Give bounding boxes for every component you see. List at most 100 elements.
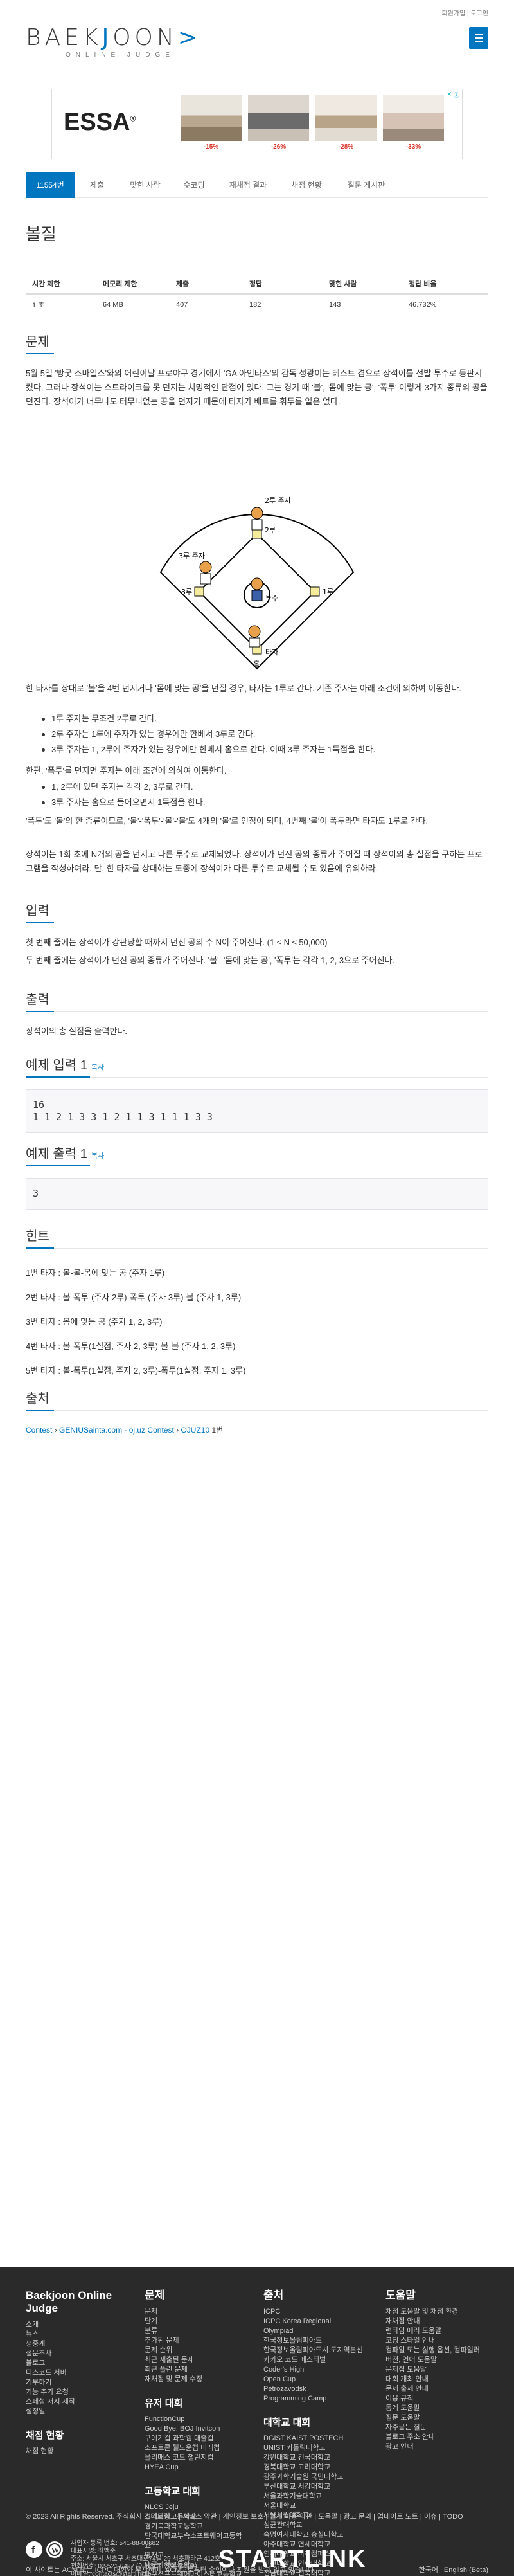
footer-link[interactable]: 기부하기: [26, 2378, 116, 2388]
footer-link[interactable]: FunctionCup: [145, 2415, 247, 2424]
footer-link[interactable]: 문제 출제 안내: [386, 2384, 488, 2394]
language-switcher[interactable]: 한국어 | English (Beta): [419, 2564, 488, 2575]
footer-link[interactable]: 채점 도움말 및 채점 환경: [386, 2307, 488, 2317]
source-link-contest[interactable]: Contest: [26, 1426, 52, 1435]
footer-link[interactable]: 문제집 도움말: [386, 2365, 488, 2375]
table-header: 메모리 제한: [96, 273, 170, 295]
wordpress-icon[interactable]: W: [46, 2541, 63, 2558]
footer-link[interactable]: 한국정보올림피아드: [263, 2336, 366, 2346]
footer-link[interactable]: 채점 현황: [26, 2447, 116, 2456]
footer-link[interactable]: 경북대학교 고려대학교: [263, 2463, 366, 2472]
footer-link[interactable]: 컴파일 또는 실행 옵션, 컴파일러 버전, 언어 도움말: [386, 2346, 488, 2365]
copy-sample-output-button[interactable]: 복사: [91, 1152, 104, 1160]
footer-policy-link[interactable]: 업데이트 노트: [377, 2513, 418, 2521]
tab-problem[interactable]: 11554번: [26, 172, 75, 198]
label-first-base: 1루: [323, 588, 333, 596]
footer-link[interactable]: 소프트콘 웰노운컵 미래컵: [145, 2444, 247, 2453]
footer-link[interactable]: 질문 도움말: [386, 2413, 488, 2423]
footer-link[interactable]: 서울과학기술대학교: [263, 2492, 366, 2501]
footer-link[interactable]: 대회 개최 안내: [386, 2375, 488, 2384]
baseball-field-diagram: 2루 주자 2루 3루 주자 3루 투수 1루 타자 홈: [159, 496, 355, 670]
footer-link[interactable]: 문제: [145, 2307, 247, 2317]
site-logo[interactable]: BAEKJOON> ONLINE JUDGE: [26, 26, 201, 59]
footer-link[interactable]: ICPC: [263, 2307, 366, 2317]
footer-policy-link[interactable]: TODO: [443, 2513, 463, 2521]
footer-link[interactable]: 문제 순위: [145, 2346, 247, 2355]
footer-link[interactable]: Programming Camp: [263, 2394, 366, 2404]
footer-link[interactable]: Good Bye, BOJ Invitcon: [145, 2424, 247, 2434]
footer-link[interactable]: 이용 규칙: [386, 2394, 488, 2404]
footer-link[interactable]: 통계 도움말: [386, 2404, 488, 2413]
ad-product-tile[interactable]: -28%: [315, 95, 377, 154]
footer-link[interactable]: 자주묻는 질문: [386, 2423, 488, 2433]
footer-link[interactable]: 카카오 코드 페스티벌: [263, 2355, 366, 2365]
footer-link[interactable]: 강원대학교 건국대학교: [263, 2453, 366, 2463]
footer-link[interactable]: 런타임 에러 도움말: [386, 2327, 488, 2336]
footer-link[interactable]: 올리매스 코드 챌린지컵: [145, 2453, 247, 2463]
footer-link[interactable]: 설문조사: [26, 2349, 116, 2359]
source-link-round[interactable]: OJUZ10: [181, 1426, 209, 1435]
tab-rejudge[interactable]: 재채점 결과: [217, 172, 279, 198]
divider: [26, 1247, 488, 1249]
ad-product-tile[interactable]: -33%: [383, 95, 444, 154]
footer-link[interactable]: 재채점 안내: [386, 2317, 488, 2327]
problem-info-table: 시간 제한 메모리 제한 제출 정답 맞힌 사람 정답 비율 1 초 64 MB…: [26, 273, 488, 315]
footer-policy-link[interactable]: 개인정보 보호: [223, 2513, 264, 2521]
footer-policy-link[interactable]: 결제 이용 약관: [269, 2513, 312, 2521]
footer-link[interactable]: 코딩 스타일 안내: [386, 2336, 488, 2346]
footer-policy-link[interactable]: 도움말: [318, 2513, 337, 2521]
footer-link[interactable]: 분류: [145, 2327, 247, 2336]
footer-link[interactable]: DGIST KAIST POSTECH UNIST 카톨릭대학교: [263, 2434, 366, 2453]
ad-banner[interactable]: ESSA® -15% -26% -28% -33% ✕ ⓘ: [51, 89, 463, 159]
footer-policy-link[interactable]: 이슈: [424, 2513, 437, 2521]
footer-link[interactable]: 추가된 문제: [145, 2336, 247, 2346]
footer-link[interactable]: 숙명여자대학교 숭실대학교: [263, 2530, 366, 2540]
footer-link[interactable]: 블로그: [26, 2359, 116, 2368]
footer-link[interactable]: HYEA Cup: [145, 2463, 247, 2472]
footer-link[interactable]: 최근 제출된 문제: [145, 2355, 247, 2365]
copy-sample-input-button[interactable]: 복사: [91, 1064, 104, 1071]
footer-link[interactable]: 경기북과학고등학교: [145, 2522, 247, 2532]
login-link[interactable]: 로그인: [470, 10, 488, 17]
footer-link[interactable]: 기능 추가 요청: [26, 2388, 116, 2397]
tab-short-coding[interactable]: 숏코딩: [171, 172, 217, 198]
footer-link[interactable]: ICPC Korea Regional: [263, 2317, 366, 2327]
ad-product-tile[interactable]: -26%: [248, 95, 309, 154]
footer-link[interactable]: Coder's High: [263, 2365, 366, 2375]
ad-close-icon[interactable]: ✕: [447, 91, 452, 98]
footer-link[interactable]: 블로그 주소 안내: [386, 2433, 488, 2442]
footer-link[interactable]: 디스코드 서버: [26, 2368, 116, 2378]
footer-link[interactable]: 스페셜 저지 제작: [26, 2397, 116, 2407]
footer-link[interactable]: 최근 풀린 문제: [145, 2365, 247, 2375]
footer-link[interactable]: 소개: [26, 2320, 116, 2330]
footer-link[interactable]: Olympiad: [263, 2327, 366, 2336]
footer-link[interactable]: 재채점 및 문제 수정: [145, 2375, 247, 2384]
footer-link[interactable]: Petrozavodsk: [263, 2384, 366, 2394]
section-heading-description: 문제: [26, 335, 49, 349]
tab-solved-users[interactable]: 맞힌 사람: [120, 172, 171, 198]
ad-product-tile[interactable]: -15%: [181, 95, 242, 154]
footer-policy-link[interactable]: 광고 문의: [344, 2513, 372, 2521]
tab-submit[interactable]: 제출: [75, 172, 120, 198]
footer-link[interactable]: 부산대학교 서강대학교: [263, 2482, 366, 2492]
description-paragraph: 한 타자를 상대로 '볼'을 4번 던지거나 '몸에 맞는 공'을 던질 경우,…: [26, 684, 461, 693]
footer-link[interactable]: 광주과학기술원 국민대학교: [263, 2472, 366, 2482]
ad-info-icon[interactable]: ⓘ: [454, 91, 459, 99]
footer-link[interactable]: Open Cup: [263, 2375, 366, 2384]
tab-status[interactable]: 채점 현황: [279, 172, 334, 198]
footer-link[interactable]: 광고 안내: [386, 2442, 488, 2452]
menu-toggle-button[interactable]: [469, 27, 488, 49]
footer-link[interactable]: 서울대학교: [263, 2501, 366, 2511]
facebook-icon[interactable]: f: [26, 2541, 42, 2558]
footer-policy-link[interactable]: 서비스 약관: [182, 2513, 217, 2521]
input-paragraph: 두 번째 줄에는 장석이가 던진 공의 종류가 주어진다. '볼', '몸에 맞…: [26, 956, 395, 965]
footer-link[interactable]: 생중계: [26, 2339, 116, 2349]
source-link-series[interactable]: GENIUSainta.com - oj.uz Contest: [59, 1426, 174, 1435]
tab-board[interactable]: 질문 게시판: [334, 172, 398, 198]
footer-link[interactable]: 단계: [145, 2317, 247, 2327]
footer-link[interactable]: 설정일: [26, 2407, 116, 2417]
footer-link[interactable]: 한국정보올림피아드시.도지역본선: [263, 2346, 366, 2355]
signup-link[interactable]: 회원가입: [441, 10, 465, 17]
footer-link[interactable]: 뉴스: [26, 2330, 116, 2339]
footer-link[interactable]: 구데기컵 과학캠 대출컵: [145, 2434, 247, 2444]
